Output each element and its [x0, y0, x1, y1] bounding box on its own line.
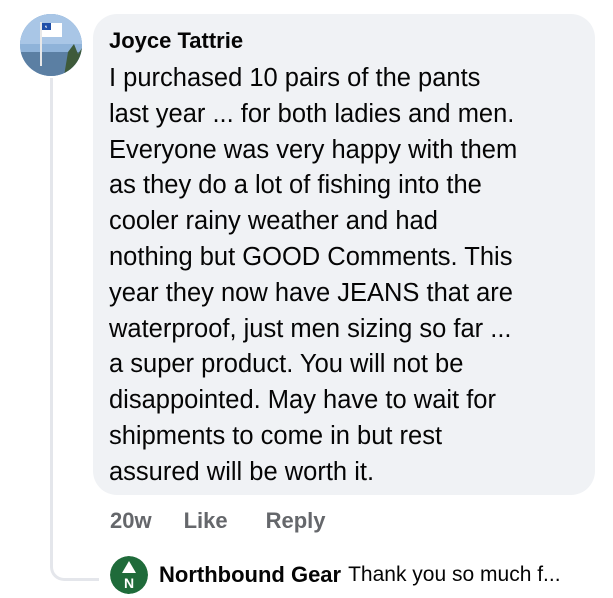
flag-photo-avatar-icon — [20, 14, 82, 76]
reply-preview-text[interactable]: Thank you so much f... — [348, 563, 560, 587]
northbound-gear-logo-icon: N — [110, 556, 148, 594]
reply-thread-connector — [50, 78, 99, 581]
reply-author-avatar[interactable]: N — [110, 556, 148, 594]
comment-author-name[interactable]: Joyce Tattrie — [109, 27, 579, 55]
commenter-avatar[interactable] — [20, 14, 82, 76]
comment-body-text: I purchased 10 pairs of the pants last y… — [109, 64, 518, 486]
reply-preview[interactable]: N Northbound Gear Thank you so much f... — [110, 556, 561, 594]
comment-bubble: Joyce Tattrie I purchased 10 pairs of th… — [93, 14, 595, 495]
reply-button[interactable]: Reply — [266, 506, 326, 536]
reply-author-name[interactable]: Northbound Gear — [159, 562, 341, 588]
comment-actions: 20w Like Reply — [110, 506, 326, 536]
like-button[interactable]: Like — [184, 506, 228, 536]
reply-avatar-letter: N — [124, 575, 134, 591]
comment-timestamp[interactable]: 20w — [110, 506, 152, 536]
